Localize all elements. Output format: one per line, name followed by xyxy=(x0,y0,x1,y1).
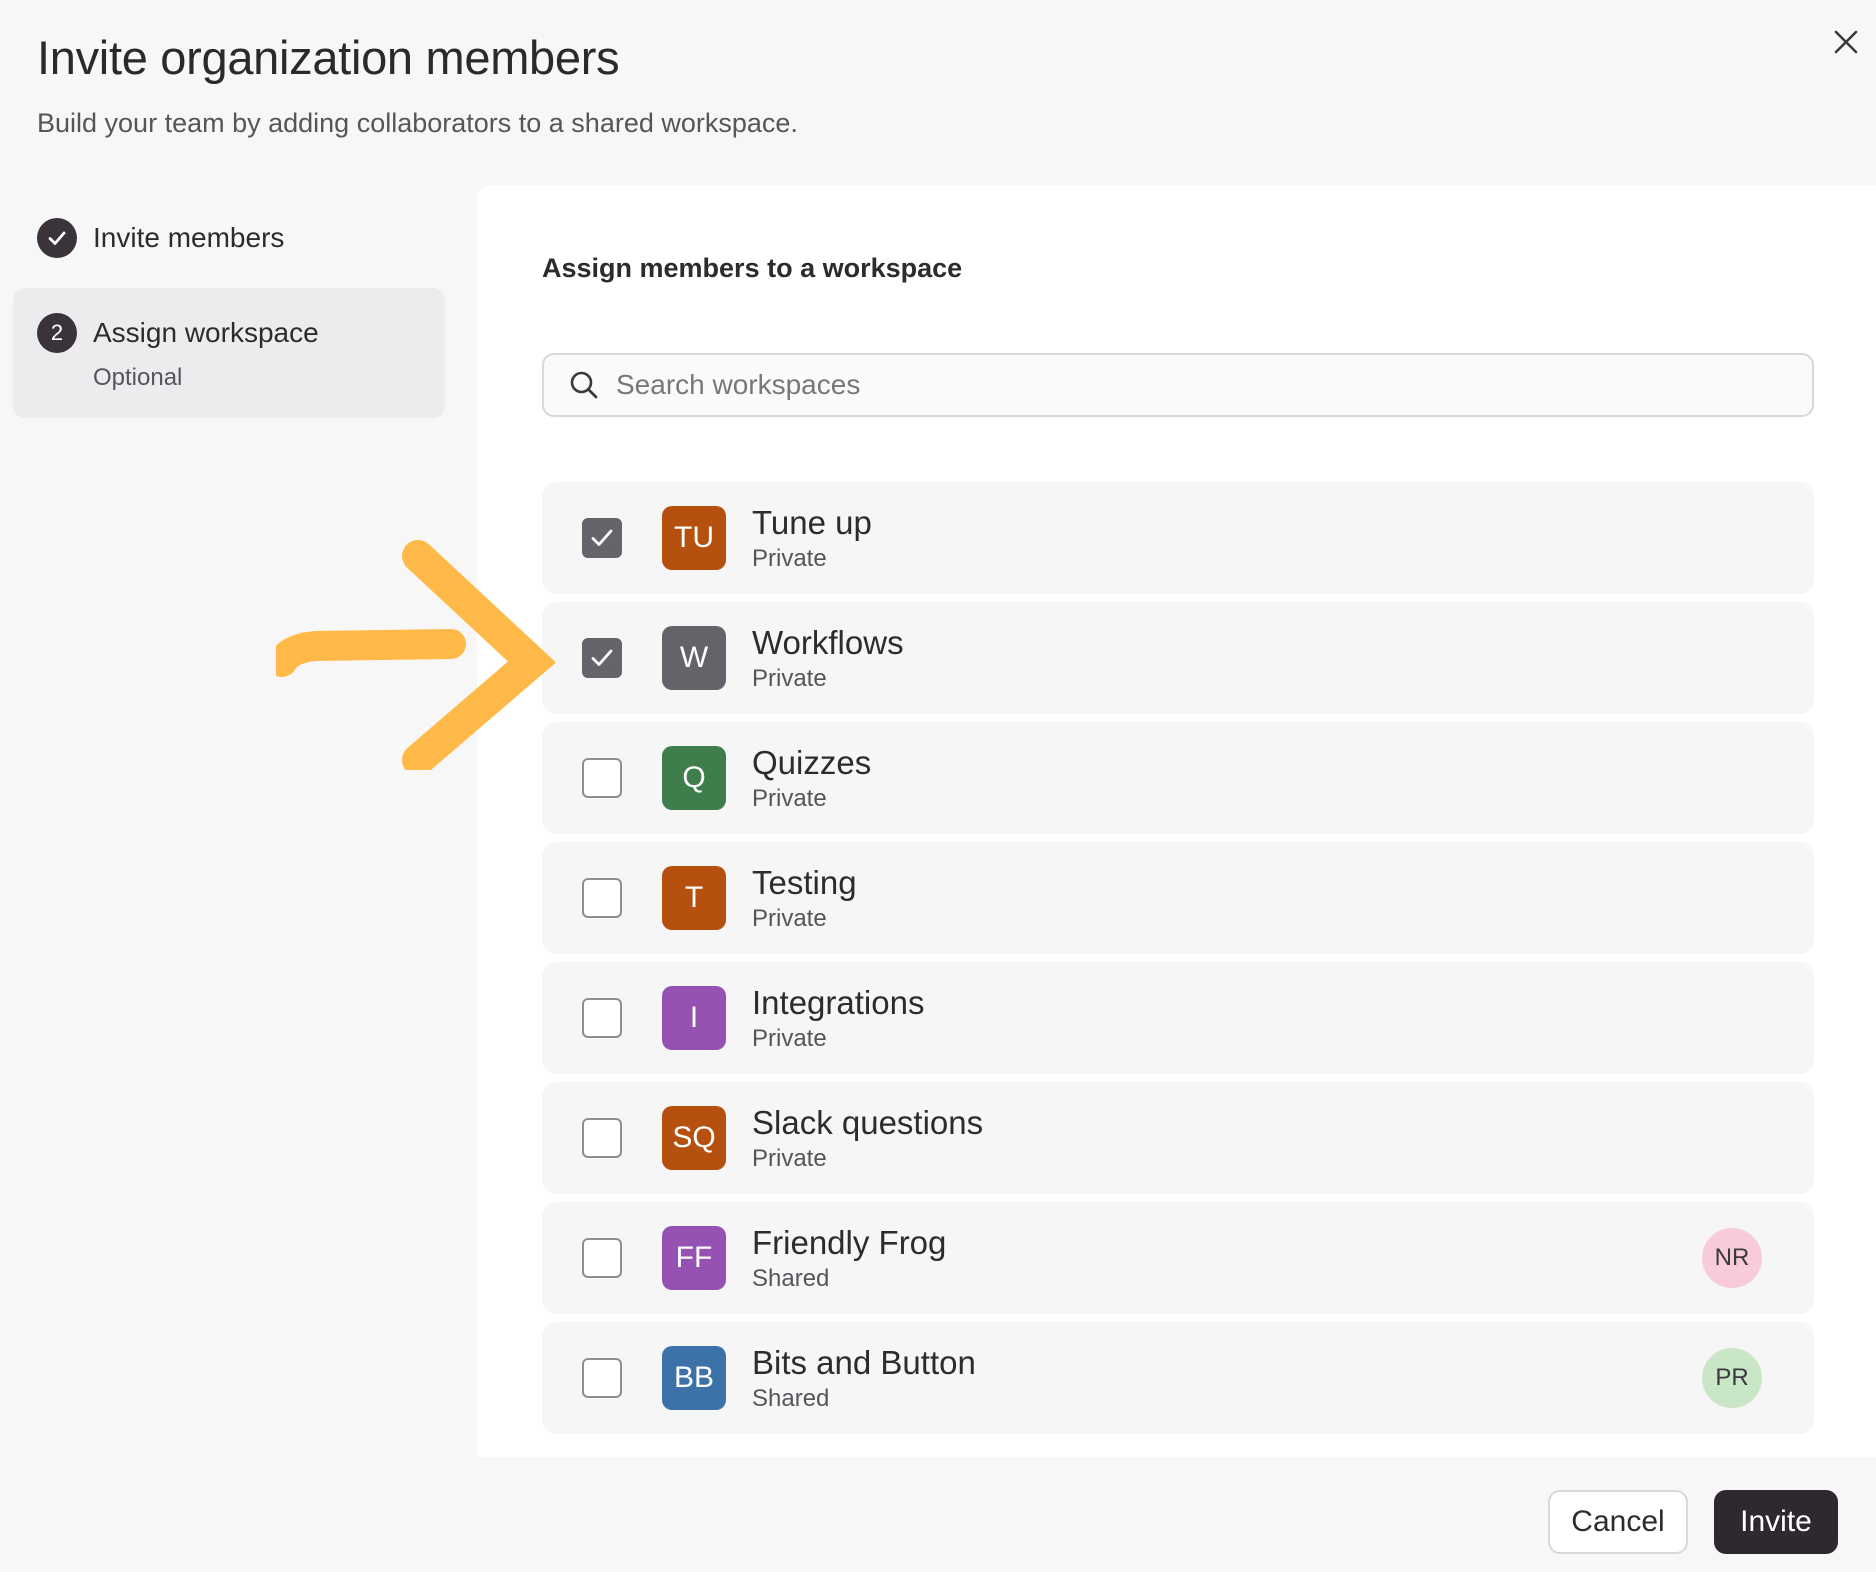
workspace-name: Tune up xyxy=(752,504,872,541)
member-avatar: NR xyxy=(1702,1228,1762,1288)
close-button[interactable] xyxy=(1826,22,1866,62)
close-icon xyxy=(1834,30,1858,54)
search-box[interactable] xyxy=(542,353,1814,417)
workspace-avatar: Q xyxy=(662,746,726,810)
workspace-avatar: T xyxy=(662,866,726,930)
checkmark-icon xyxy=(591,529,613,546)
step-number: 2 xyxy=(37,313,77,353)
workspace-visibility: Private xyxy=(752,1025,827,1052)
workspace-avatar: SQ xyxy=(662,1106,726,1170)
workspace-visibility: Private xyxy=(752,665,827,692)
workspace-name: Integrations xyxy=(752,984,925,1021)
workspace-checkbox[interactable] xyxy=(582,1118,622,1158)
workspace-name: Bits and Button xyxy=(752,1344,976,1381)
step-label: Invite members xyxy=(93,222,285,253)
step-label: Assign workspace xyxy=(93,317,319,348)
workspace-name: Workflows xyxy=(752,624,904,661)
step-optional-label: Optional xyxy=(93,364,183,391)
invite-button[interactable]: Invite xyxy=(1714,1490,1838,1554)
cancel-button[interactable]: Cancel xyxy=(1548,1490,1688,1554)
modal-subtitle: Build your team by adding collaborators … xyxy=(37,108,798,138)
workspace-visibility: Private xyxy=(752,905,827,932)
workspace-name: Quizzes xyxy=(752,744,872,781)
workspace-avatar: I xyxy=(662,986,726,1050)
workspace-row[interactable]: W Workflows Private xyxy=(542,602,1814,714)
step-complete-indicator xyxy=(37,218,77,258)
workspace-row[interactable]: FF Friendly Frog Shared NR xyxy=(542,1202,1814,1314)
step-invite-members[interactable]: Invite members xyxy=(37,217,284,259)
assign-workspace-panel: Assign members to a workspace TU Tune up P… xyxy=(477,185,1876,1457)
workspace-name: Slack questions xyxy=(752,1104,984,1141)
workspace-visibility: Private xyxy=(752,1145,827,1172)
workspace-checkbox[interactable] xyxy=(582,1358,622,1398)
workspace-avatar: FF xyxy=(662,1226,726,1290)
search-input[interactable] xyxy=(616,355,1812,415)
workspace-avatar: BB xyxy=(662,1346,726,1410)
workspace-checkbox[interactable] xyxy=(582,878,622,918)
workspace-checkbox[interactable] xyxy=(582,518,622,558)
workspace-row[interactable]: T Testing Private xyxy=(542,842,1814,954)
workspace-avatar: W xyxy=(662,626,726,690)
workspace-name: Testing xyxy=(752,864,857,901)
panel-heading: Assign members to a workspace xyxy=(542,253,963,283)
workspace-checkbox[interactable] xyxy=(582,638,622,678)
checkmark-icon xyxy=(48,231,66,245)
workspace-row[interactable]: SQ Slack questions Private xyxy=(542,1082,1814,1194)
workspace-visibility: Private xyxy=(752,785,827,812)
workspace-row[interactable]: Q Quizzes Private xyxy=(542,722,1814,834)
workspace-row[interactable]: I Integrations Private xyxy=(542,962,1814,1074)
step-assign-workspace[interactable]: 2 Assign workspace Optional xyxy=(13,288,445,418)
workspace-visibility: Private xyxy=(752,545,827,572)
search-icon xyxy=(570,371,598,399)
member-avatar: PR xyxy=(1702,1348,1762,1408)
workspace-row[interactable]: BB Bits and Button Shared PR xyxy=(542,1322,1814,1434)
modal-title: Invite organization members xyxy=(37,31,620,84)
workspace-visibility: Shared xyxy=(752,1265,830,1292)
workspace-checkbox[interactable] xyxy=(582,1238,622,1278)
workspace-name: Friendly Frog xyxy=(752,1224,947,1261)
workspace-visibility: Shared xyxy=(752,1385,830,1412)
checkmark-icon xyxy=(591,649,613,666)
workspace-row[interactable]: TU Tune up Private xyxy=(542,482,1814,594)
workspace-avatar: TU xyxy=(662,506,726,570)
workspace-checkbox[interactable] xyxy=(582,758,622,798)
workspace-checkbox[interactable] xyxy=(582,998,622,1038)
workspace-list: TU Tune up Private W Workflows Private Q Quizze… xyxy=(542,482,1814,1442)
